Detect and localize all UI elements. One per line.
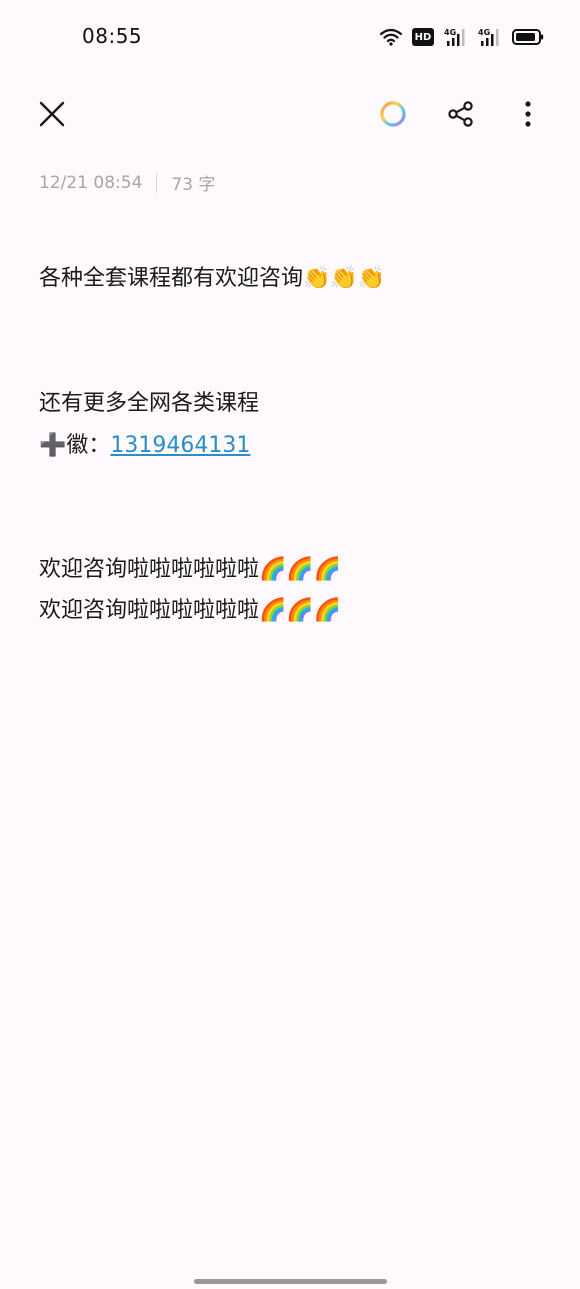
note-date: 12/21 08:54 [39, 172, 143, 193]
share-icon [447, 100, 475, 132]
contact-prefix: ➕徽： [39, 433, 111, 458]
svg-text:4G: 4G [478, 28, 490, 37]
svg-text:4G: 4G [444, 28, 456, 37]
color-ring-icon [379, 100, 407, 132]
char-count: 73 字 [171, 175, 216, 195]
hd-icon: HD [412, 28, 434, 46]
close-button[interactable] [32, 96, 72, 136]
note-line: 欢迎咨询啦啦啦啦啦啦🌈🌈🌈 [39, 598, 342, 623]
toolbar [0, 84, 580, 148]
meta-divider [156, 172, 158, 193]
note-line: 各种全套课程都有欢迎咨询👏👏👏 [39, 266, 386, 291]
close-icon [39, 101, 65, 131]
share-button[interactable] [441, 96, 481, 136]
battery-icon [512, 28, 544, 46]
status-bar: 08:55 HD 4G 4G [0, 0, 580, 74]
more-vertical-icon [524, 100, 532, 132]
note-line-contact: ➕徽：1319464131 [39, 429, 250, 463]
note-line: 还有更多全网各类课程 [39, 391, 260, 416]
note-line: 欢迎咨询啦啦啦啦啦啦🌈🌈🌈 [39, 557, 342, 582]
note-meta: 12/21 08:54 73 字 [39, 170, 215, 195]
more-options-button[interactable] [508, 96, 548, 136]
signal-4g-icon: 4G [478, 27, 502, 47]
status-time: 08:55 [82, 24, 143, 48]
contact-number-link[interactable]: 1319464131 [110, 433, 250, 458]
home-indicator[interactable] [194, 1279, 387, 1284]
color-theme-button[interactable] [373, 96, 413, 136]
status-icons: HD 4G 4G [380, 24, 544, 50]
signal-4g-icon: 4G [444, 27, 468, 47]
wifi-icon [380, 28, 402, 46]
